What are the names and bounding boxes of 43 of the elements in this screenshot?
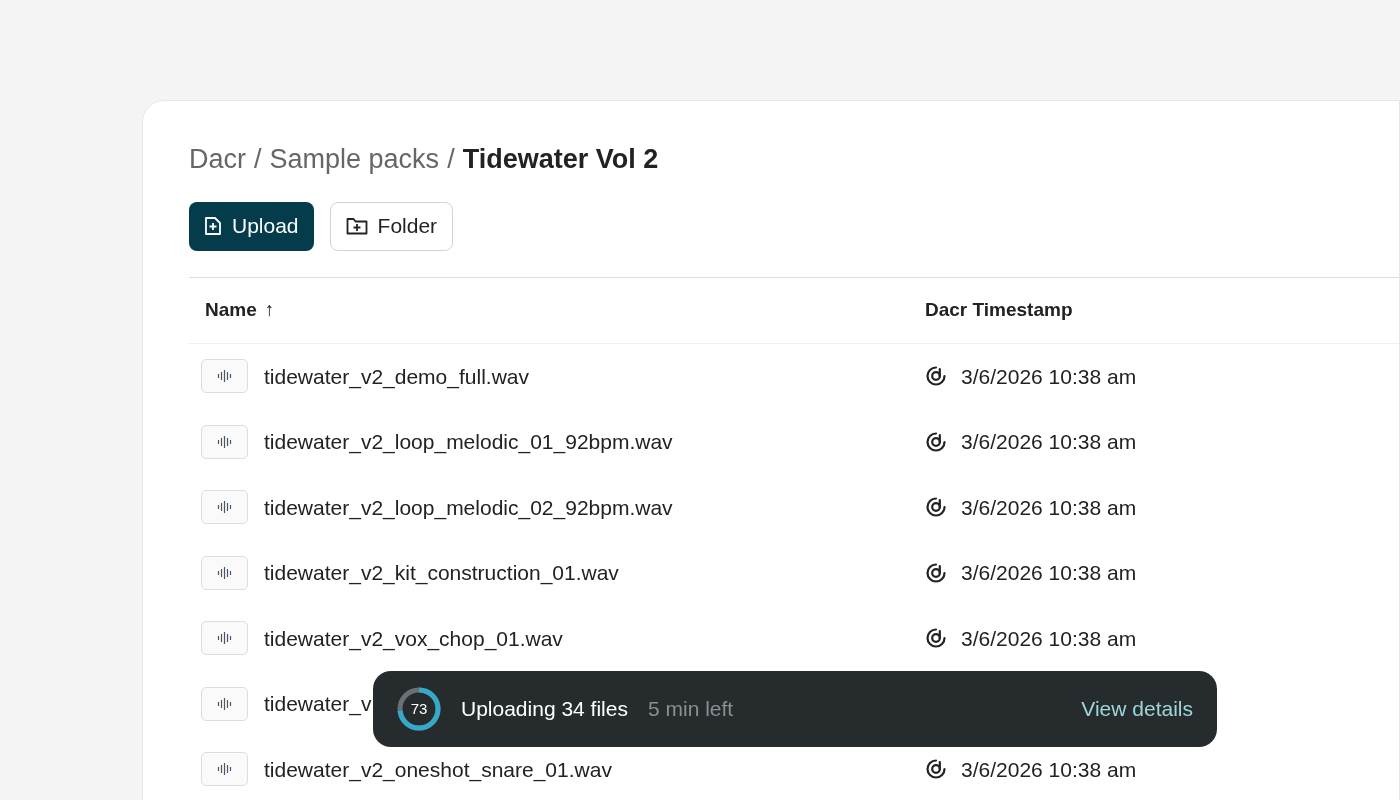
- timestamp: 3/6/2026 10:38 am: [961, 625, 1137, 652]
- circle-d-icon: [925, 758, 947, 781]
- breadcrumb-separator: /: [254, 143, 262, 176]
- circle-d-icon: [925, 365, 947, 388]
- file-plus-icon: [204, 216, 222, 236]
- waveform-icon: [216, 565, 233, 580]
- circle-d-icon: [925, 430, 947, 453]
- file-name[interactable]: tidewater_v2_loop_melodic_02_92bpm.wav: [264, 491, 673, 523]
- breadcrumb-link[interactable]: Tidewater Vol 2: [462, 139, 659, 180]
- circle-d-icon: [925, 627, 947, 650]
- breadcrumb-separator: /: [447, 143, 455, 176]
- waveform-icon: [216, 369, 233, 384]
- upload-button[interactable]: Upload: [189, 201, 314, 251]
- file-name[interactable]: tidewater_v2_loop_melodic_01_92bpm.wav: [264, 426, 673, 458]
- waveform-icon: [216, 631, 233, 646]
- progress-ring: [395, 685, 443, 733]
- circle-d-icon: [925, 561, 947, 584]
- file-name[interactable]: tidewater_v: [264, 688, 372, 720]
- file-name[interactable]: tidewater_v2_demo_full.wav: [264, 360, 529, 392]
- breadcrumb-link[interactable]: Sample packs: [269, 139, 440, 180]
- view-details-link[interactable]: View details: [1081, 693, 1193, 725]
- file-name[interactable]: tidewater_v2_kit_construction_01.wav: [264, 557, 619, 589]
- waveform-icon: [216, 434, 233, 449]
- folder-button[interactable]: Folder: [329, 201, 454, 251]
- time-remaining: 5 min left: [647, 696, 734, 723]
- folder-plus-icon: [345, 217, 368, 235]
- timestamp: 3/6/2026 10:38 am: [961, 429, 1137, 455]
- sort-arrow[interactable]: ↑: [264, 295, 275, 325]
- timestamp: 3/6/2026 10:38 am: [961, 560, 1137, 586]
- upload-status: Uploading 34 files: [461, 696, 628, 723]
- timestamp: 3/6/2026 10:38 am: [961, 363, 1137, 390]
- waveform-icon: [216, 500, 233, 515]
- waveform-icon: [216, 696, 233, 711]
- column-header[interactable]: Name: [205, 295, 257, 325]
- file-name[interactable]: tidewater_v2_oneshot_snare_01.wav: [264, 753, 612, 785]
- waveform-icon: [216, 762, 233, 777]
- column-header[interactable]: Dacr Timestamp: [925, 295, 1073, 325]
- timestamp: 3/6/2026 10:38 am: [961, 756, 1137, 783]
- progress-percent: 73: [409, 698, 429, 719]
- breadcrumb-link[interactable]: Dacr: [189, 139, 246, 180]
- circle-d-icon: [925, 496, 947, 519]
- timestamp: 3/6/2026 10:38 am: [961, 494, 1137, 521]
- file-name[interactable]: tidewater_v2_vox_chop_01.wav: [264, 622, 563, 654]
